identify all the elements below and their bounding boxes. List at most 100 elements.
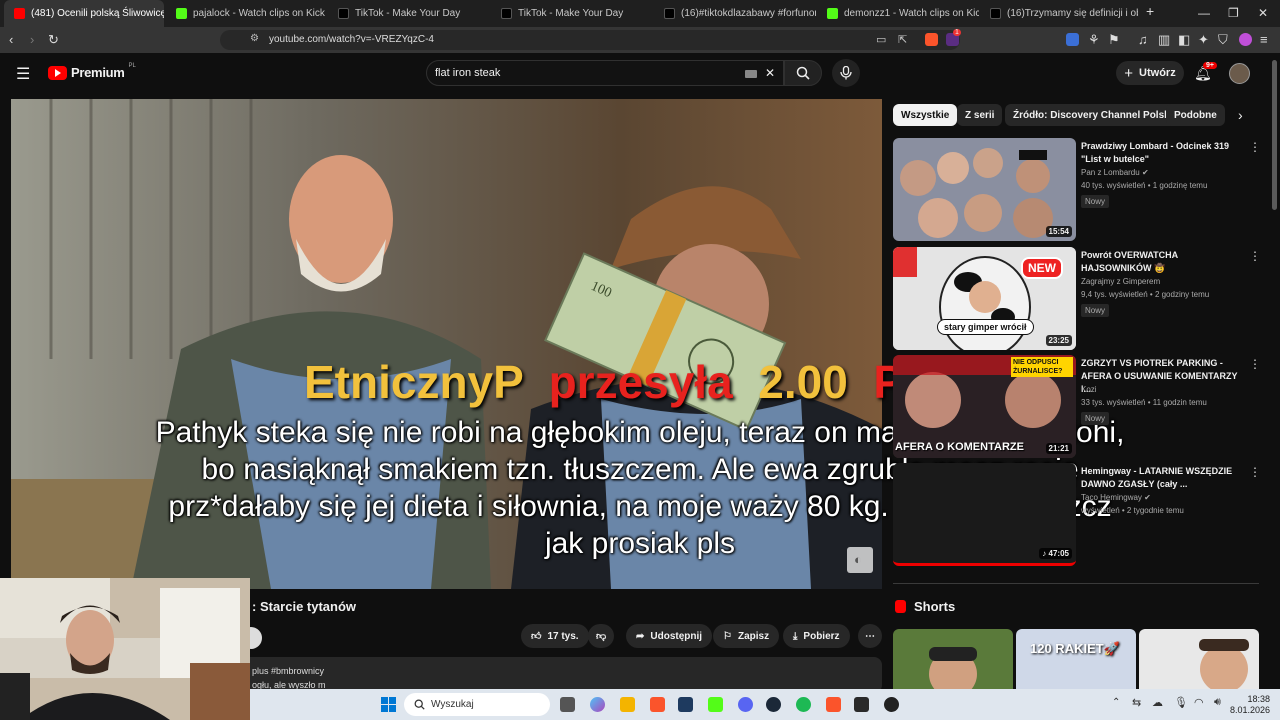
more-actions-icon[interactable]: ⋮ [1249, 140, 1261, 154]
back-icon[interactable]: ‹ [9, 32, 13, 48]
hamburger-menu-icon[interactable]: ☰ [16, 64, 30, 84]
page-scrollbar[interactable] [1272, 60, 1277, 210]
browser-tab[interactable]: (16)Trzymamy się definicji i obchodz [980, 0, 1138, 27]
cloud-icon[interactable]: ☁ [1152, 696, 1163, 709]
more-actions-button[interactable]: ⋯ [858, 624, 882, 648]
profile-icon[interactable] [1239, 33, 1252, 46]
search-input[interactable]: flat iron steak ✕ [426, 60, 784, 86]
address-bar[interactable]: ⚙ youtube.com/watch?v=-VREZYqzC-4 ▭ ⇱ [220, 30, 960, 50]
task-view-icon[interactable] [560, 697, 575, 712]
taskbar-search[interactable]: Wyszukaj [404, 693, 550, 716]
chevron-up-icon[interactable]: ⌃ [1112, 697, 1120, 708]
calculator-icon[interactable] [678, 697, 693, 712]
music-icon[interactable]: ♫ [1138, 32, 1148, 48]
browser-tab[interactable]: demonzz1 - Watch clips on Kick [817, 0, 979, 27]
chip-all[interactable]: Wszystkie [893, 104, 958, 126]
file-explorer-icon[interactable] [620, 697, 635, 712]
recommended-video[interactable]: ♪ 47:05 Hemingway - LATARNIE WSZĘDZIE DA… [893, 463, 1263, 567]
tab-title: demonzz1 - Watch clips on Kick [844, 8, 979, 19]
forward-icon[interactable]: › [30, 32, 34, 48]
clear-search-icon[interactable]: ✕ [765, 66, 775, 80]
volume-icon[interactable]: 🔊︎ [1214, 696, 1221, 709]
reload-icon[interactable]: ↻ [48, 32, 59, 48]
video-thumbnail[interactable]: ♪ 47:05 [893, 463, 1076, 566]
new-tab-button[interactable]: + [1146, 3, 1154, 19]
duration-text: 47:05 [1048, 549, 1069, 558]
channel-name[interactable]: Kozi [1081, 385, 1097, 394]
video-title[interactable]: Hemingway - LATARNIE WSZĘDZIE DAWNO ZGAS… [1081, 465, 1241, 491]
chevron-right-icon[interactable]: › [1238, 107, 1243, 123]
short-tile[interactable]: 120 RAKIET🚀 [1016, 629, 1136, 689]
channel-name[interactable]: Zagrajmy z Gimperem [1081, 277, 1160, 286]
wifi-icon[interactable]: ◠ [1194, 696, 1204, 709]
video-title[interactable]: ZGRZYT VS PIOTREK PARKING - AFERA O USUW… [1081, 357, 1241, 396]
steam-icon[interactable] [766, 697, 781, 712]
share-label: Udostępnij [650, 630, 703, 642]
share-icon[interactable]: ⇱ [898, 33, 907, 46]
more-actions-icon[interactable]: ⋮ [1249, 357, 1261, 371]
logo-text: Premium [71, 65, 125, 80]
dislike-button[interactable]: 👎︎ [588, 624, 615, 648]
cast-icon[interactable]: ▭ [876, 33, 886, 46]
chip-source[interactable]: Źródło: Discovery Channel Polska [1005, 104, 1184, 126]
video-title[interactable]: Powrót OVERWATCHA HAJSOWNIKÓW 🤠 [1081, 249, 1241, 275]
create-button[interactable]: + Utwórz [1116, 61, 1184, 85]
recommended-video[interactable]: 15:54 Prawdziwy Lombard - Odcinek 319 "L… [893, 138, 1263, 242]
extension-icon[interactable]: ⚘ [1088, 32, 1100, 48]
video-title[interactable]: Prawdziwy Lombard - Odcinek 319 "List w … [1081, 140, 1241, 166]
system-clock[interactable]: 18:38 8.01.2026 [1230, 694, 1270, 716]
brave-shields-icon[interactable] [925, 33, 938, 46]
video-thumbnail[interactable]: 15:54 [893, 138, 1076, 241]
kick-app-icon[interactable] [708, 697, 723, 712]
site-settings-icon[interactable]: ⚙ [250, 33, 259, 44]
minimize-icon[interactable]: — [1198, 6, 1210, 20]
channel-name[interactable]: Pan z Lombardu ✔ [1081, 168, 1149, 177]
sidebar-icon[interactable]: ▥ [1158, 32, 1170, 48]
avatar[interactable] [1229, 63, 1250, 84]
network-icon[interactable]: ⇆ [1132, 696, 1141, 709]
brave-window-icon[interactable] [826, 697, 841, 712]
close-window-icon[interactable]: ✕ [1258, 6, 1268, 20]
channel-name[interactable]: Taco Hemingway ✔ [1081, 493, 1151, 502]
wallet-icon[interactable]: ◧ [1178, 32, 1190, 48]
spotify-icon[interactable] [796, 697, 811, 712]
keyboard-icon[interactable] [745, 70, 757, 78]
more-actions-icon[interactable]: ⋮ [1249, 465, 1261, 479]
browser-tab[interactable]: pajalock - Watch clips on Kick [166, 0, 328, 27]
leo-ai-icon[interactable]: ✦ [1198, 32, 1209, 48]
voice-search-button[interactable] [832, 59, 860, 87]
download-button[interactable]: ⤓ Pobierz [783, 624, 850, 648]
microphone-icon[interactable]: 🎙︎ [1174, 696, 1188, 709]
windows-start-icon[interactable] [381, 697, 396, 712]
recommended-video[interactable]: NIE ODPUSCI ŻURNALISCE? AFERA O KOMENTAR… [893, 355, 1263, 459]
copilot-icon[interactable] [590, 697, 605, 712]
browser-tab[interactable]: TikTok - Make Your Day [328, 0, 490, 27]
search-button[interactable] [784, 60, 822, 86]
menu-icon[interactable]: ≡ [1260, 32, 1268, 48]
discord-icon[interactable] [738, 697, 753, 712]
save-button[interactable]: ⚐ Zapisz [713, 624, 780, 648]
video-thumbnail[interactable]: NIE ODPUSCI ŻURNALISCE? AFERA O KOMENTAR… [893, 355, 1076, 458]
browser-tab[interactable]: TikTok - Make Your Day [491, 0, 653, 27]
browser-tab[interactable]: (481) Ocenili polską Śliwowicę! ✕ [4, 0, 164, 27]
brave-browser-icon[interactable] [650, 697, 665, 712]
like-button[interactable]: 👍︎ 17 tys. [521, 624, 589, 648]
search-placeholder: Wyszukaj [431, 699, 474, 710]
description-box[interactable]: plus #bmbrownicy ogłu, ale wyszło m [240, 657, 882, 693]
short-tile[interactable] [1139, 629, 1259, 689]
recommended-video[interactable]: NEW stary gimper wrócił 23:25 Powrót OVE… [893, 247, 1263, 351]
chip-similar[interactable]: Podobne [1166, 104, 1225, 126]
extension-icon[interactable] [1066, 33, 1079, 46]
more-actions-icon[interactable]: ⋮ [1249, 249, 1261, 263]
streamlabs-icon[interactable] [854, 697, 869, 712]
browser-tab[interactable]: (16)#tiktokdlazabawy #forfunonly 💜 [654, 0, 816, 27]
restore-icon[interactable]: ❐ [1228, 6, 1239, 20]
obs-icon[interactable] [884, 697, 899, 712]
share-button[interactable]: ➦ Udostępnij [626, 624, 713, 648]
chip-series[interactable]: Z serii [957, 104, 1003, 126]
vpn-icon[interactable]: ⛉ [1218, 32, 1228, 48]
video-thumbnail[interactable]: NEW stary gimper wrócił 23:25 [893, 247, 1076, 350]
short-tile[interactable] [893, 629, 1013, 689]
youtube-logo[interactable]: Premium PL [48, 63, 136, 80]
extension-icon[interactable]: ⚑ [1108, 32, 1120, 48]
